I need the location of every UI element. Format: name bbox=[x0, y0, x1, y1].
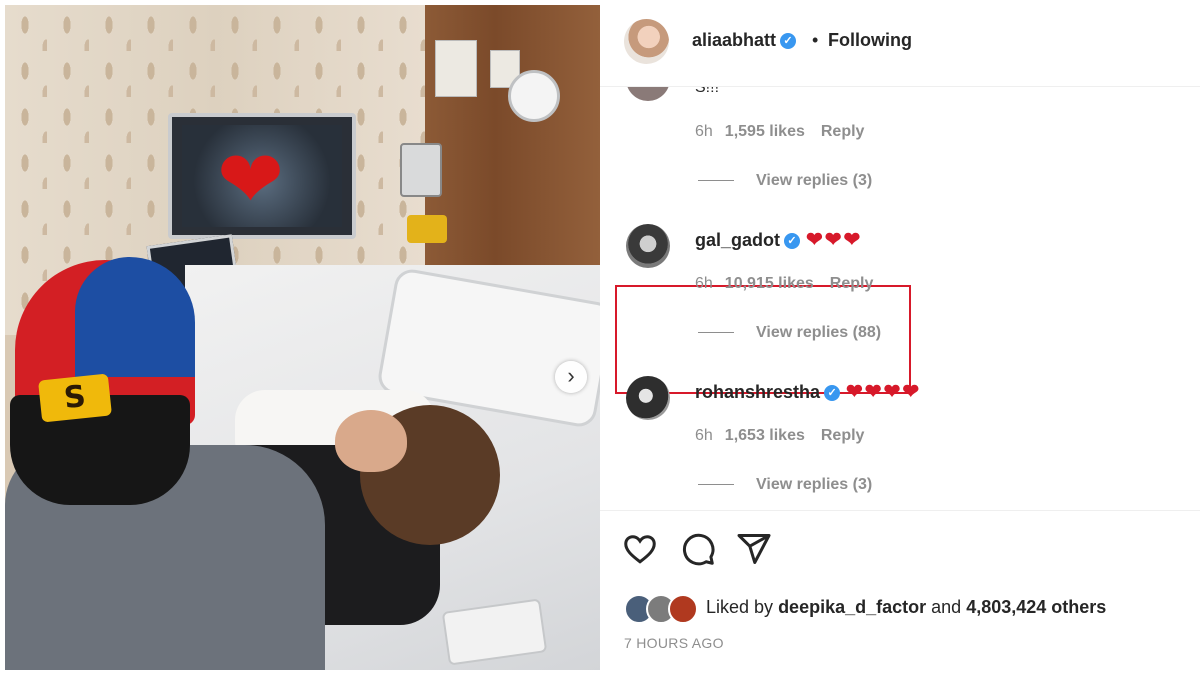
heart-sticker-icon: ❤ bbox=[217, 135, 285, 224]
carousel-next-button[interactable]: › bbox=[555, 361, 587, 393]
post-timestamp[interactable]: 7 HOURS AGO bbox=[624, 635, 724, 651]
comment-icon[interactable] bbox=[680, 531, 716, 567]
comment-time: 6h bbox=[695, 123, 713, 140]
comment-time: 6h bbox=[695, 275, 713, 292]
view-replies-button[interactable]: View replies (3) bbox=[698, 476, 872, 494]
view-replies-button[interactable]: View replies (88) bbox=[698, 324, 881, 342]
yellow-connector bbox=[407, 215, 447, 243]
separator-dot: • bbox=[812, 30, 819, 50]
share-icon[interactable] bbox=[736, 531, 772, 567]
view-replies-label[interactable]: View replies (88) bbox=[756, 324, 881, 341]
reply-button[interactable]: Reply bbox=[830, 275, 874, 292]
cap-logo: S bbox=[37, 373, 113, 423]
avatar[interactable] bbox=[626, 376, 670, 420]
comment-time: 6h bbox=[695, 427, 713, 444]
comment-username[interactable]: gal_gadot bbox=[695, 230, 780, 250]
reply-button[interactable]: Reply bbox=[821, 123, 865, 140]
avatar[interactable] bbox=[626, 224, 670, 268]
post-header: aliaabhatt ✓ • Following bbox=[600, 0, 1200, 87]
reply-button[interactable]: Reply bbox=[821, 427, 865, 444]
comment-meta: 6h 1,653 likes Reply bbox=[695, 427, 864, 445]
comment-header: gal_gadot ✓ ❤❤❤ bbox=[695, 227, 862, 252]
wall-outlet bbox=[435, 40, 477, 97]
liked-by-user[interactable]: deepika_d_factor bbox=[778, 597, 926, 617]
comment-username[interactable]: rohanshrestha bbox=[695, 382, 820, 402]
username-text[interactable]: aliaabhatt bbox=[692, 30, 776, 50]
medical-device bbox=[400, 143, 442, 197]
view-replies-button[interactable]: View replies (3) bbox=[698, 172, 872, 190]
liked-by-count[interactable]: 4,803,424 others bbox=[966, 597, 1106, 617]
oxygen-gauge bbox=[508, 70, 560, 122]
comment-likes[interactable]: 1,653 likes bbox=[725, 427, 805, 444]
verified-badge-icon: ✓ bbox=[784, 233, 801, 250]
divider-line bbox=[698, 180, 734, 182]
liked-by-and: and bbox=[931, 597, 962, 617]
comment-meta: 6h 1,595 likes Reply bbox=[695, 123, 864, 141]
comment-likes[interactable]: 1,595 likes bbox=[725, 123, 805, 140]
post-image: ❤ S › bbox=[5, 5, 600, 670]
avatar[interactable] bbox=[624, 19, 669, 64]
comment-text: S!!! bbox=[695, 87, 720, 96]
comments-list[interactable]: S!!! 6h 1,595 likes Reply View replies (3)… bbox=[600, 87, 1200, 510]
avatar[interactable] bbox=[668, 594, 698, 624]
liked-by-prefix: Liked by bbox=[706, 597, 774, 617]
avatar[interactable] bbox=[626, 87, 670, 101]
comment-meta: 6h 10,915 likes Reply bbox=[695, 275, 873, 293]
comment-text: ❤❤❤❤ bbox=[846, 381, 922, 403]
divider-line bbox=[698, 332, 734, 334]
post-side-panel: aliaabhatt ✓ • Following S!!! 6h 1,595 lik… bbox=[600, 0, 1200, 675]
action-bar: Liked by deepika_d_factor and 4,803,424 … bbox=[600, 510, 1200, 676]
view-replies-label[interactable]: View replies (3) bbox=[756, 172, 872, 189]
view-replies-label[interactable]: View replies (3) bbox=[756, 476, 872, 493]
verified-badge-icon: ✓ bbox=[780, 33, 797, 50]
heart-icon[interactable] bbox=[622, 531, 658, 567]
header-username[interactable]: aliaabhatt ✓ bbox=[692, 30, 797, 51]
woman-face bbox=[335, 410, 407, 472]
verified-badge-icon: ✓ bbox=[824, 385, 841, 402]
comment-likes[interactable]: 10,915 likes bbox=[725, 275, 814, 292]
following-button[interactable]: Following bbox=[828, 30, 912, 51]
comment-header: rohanshrestha ✓ ❤❤❤❤ bbox=[695, 379, 921, 404]
liked-by-text: Liked by deepika_d_factor and 4,803,424 … bbox=[706, 597, 1106, 618]
comment-text: ❤❤❤ bbox=[806, 229, 863, 251]
divider-line bbox=[698, 484, 734, 486]
